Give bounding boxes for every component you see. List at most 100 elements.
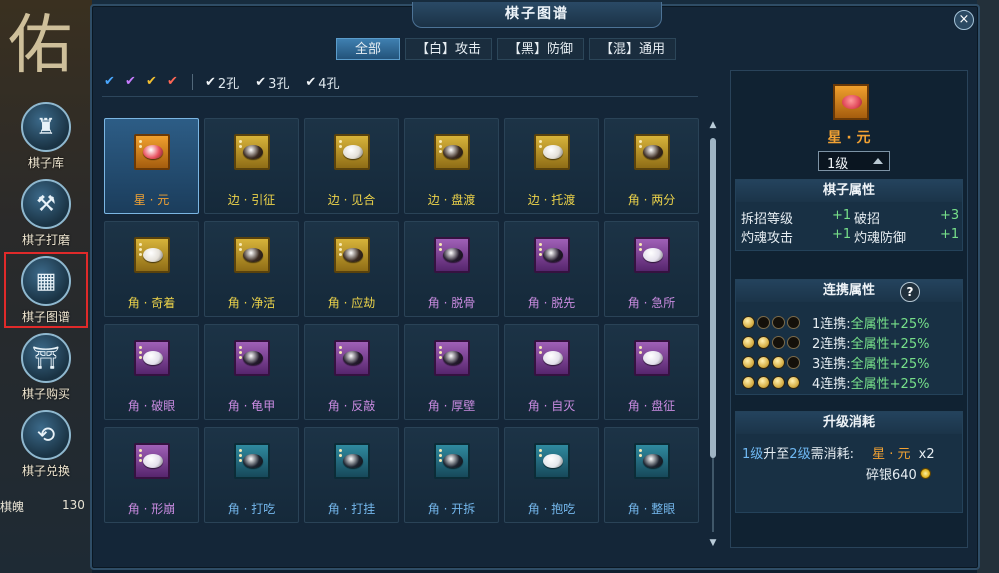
piece-card[interactable]: 角 · 应劫 xyxy=(304,221,399,317)
stone-icon xyxy=(543,351,563,365)
hole-filter[interactable]: ✔ 2孔 xyxy=(205,73,239,92)
slot-dot-icon xyxy=(139,243,142,246)
piece-icon xyxy=(234,134,270,170)
piece-card[interactable]: 星 · 元 xyxy=(104,118,199,214)
piece-card[interactable]: 角 · 自灭 xyxy=(504,324,599,420)
link-attributes-section: 连携属性 ? 1连携: 全属性+25% 2连携: 全属性+25% 3连携: 全属性+25%… xyxy=(735,279,963,395)
level-select[interactable]: 1级 xyxy=(818,151,890,172)
check-white-icon: ✔ xyxy=(205,74,216,90)
link-dot-icon xyxy=(787,375,800,389)
check-blue-icon[interactable]: ✔ xyxy=(102,74,117,90)
piece-card[interactable]: 角 · 净活 xyxy=(204,221,299,317)
piece-card[interactable]: 角 · 破眼 xyxy=(104,324,199,420)
slot-dot-icon xyxy=(139,248,142,251)
upgrade-title: 升级消耗 xyxy=(736,412,962,434)
piece-card[interactable]: 角 · 厚壁 xyxy=(404,324,499,420)
level-up-arrow-icon[interactable] xyxy=(873,158,883,164)
category-tab[interactable]: 【黑】防御 xyxy=(497,38,585,60)
piece-card[interactable]: 边 · 盘渡 xyxy=(404,118,499,214)
check-red-icon[interactable]: ✔ xyxy=(165,74,180,90)
slot-dot-icon xyxy=(339,253,342,256)
piece-card[interactable]: 边 · 托渡 xyxy=(504,118,599,214)
piece-card[interactable]: 角 · 打吃 xyxy=(204,427,299,523)
stone-icon xyxy=(643,454,663,468)
slot-dot-icon xyxy=(439,140,442,143)
scroll-thumb[interactable] xyxy=(710,138,716,458)
link-dot-icon xyxy=(742,335,755,349)
slot-dot-icon xyxy=(439,351,442,354)
silver-cost: 碎银640 xyxy=(866,464,931,483)
piece-name: 角 · 两分 xyxy=(627,193,676,207)
help-icon[interactable]: ? xyxy=(900,282,920,302)
piece-card[interactable]: 角 · 脱骨 xyxy=(404,221,499,317)
piece-icon xyxy=(234,237,270,273)
hole-filter-label: 4孔 xyxy=(318,76,340,92)
slot-dot-icon xyxy=(639,351,642,354)
piece-card[interactable]: 角 · 盘征 xyxy=(604,324,699,420)
piece-card[interactable]: 角 · 两分 xyxy=(604,118,699,214)
slot-dot-icon xyxy=(239,459,242,462)
silver-amount: 碎银640 xyxy=(866,468,917,483)
piece-card[interactable]: 角 · 整眼 xyxy=(604,427,699,523)
slot-dot-icon xyxy=(139,140,142,143)
piece-card[interactable]: 角 · 龟甲 xyxy=(204,324,299,420)
check-purple-icon[interactable]: ✔ xyxy=(123,74,138,90)
slot-dot-icon xyxy=(339,243,342,246)
scroll-up-icon[interactable]: ▲ xyxy=(708,120,718,130)
piece-icon xyxy=(334,340,370,376)
upgrade-suffix: 需消耗: xyxy=(810,447,854,462)
stone-icon xyxy=(443,248,463,262)
slot-dot-icon xyxy=(239,243,242,246)
upgrade-mid-text: 升至 xyxy=(763,447,790,462)
link-row: 4连携: 全属性+25% xyxy=(742,373,929,392)
piece-card[interactable]: 角 · 反敲 xyxy=(304,324,399,420)
check-white-icon: ✔ xyxy=(255,74,267,90)
category-tab[interactable]: 全部 xyxy=(336,38,400,60)
category-tab[interactable]: 【白】攻击 xyxy=(405,38,493,60)
upgrade-item-name: 星 · 元 xyxy=(872,447,911,462)
side-menu-item[interactable]: ♜ 棋子库 xyxy=(6,100,86,172)
piece-card[interactable]: 角 · 奇着 xyxy=(104,221,199,317)
slot-dot-icon xyxy=(139,346,142,349)
check-white-icon: ✔ xyxy=(305,74,317,90)
side-menu-item[interactable]: ⛩ 棋子购买 xyxy=(6,331,86,403)
link-dot-icon xyxy=(757,355,770,369)
link-effect: 全属性+25% xyxy=(850,336,930,352)
stone-icon xyxy=(243,145,263,159)
piece-card[interactable]: 角 · 急所 xyxy=(604,221,699,317)
piece-card[interactable]: 角 · 形崩 xyxy=(104,427,199,523)
slot-dot-icon xyxy=(239,356,242,359)
check-gold-icon[interactable]: ✔ xyxy=(144,74,159,90)
piece-card[interactable]: 角 · 开拆 xyxy=(404,427,499,523)
side-menu-label: 棋子购买 xyxy=(21,387,70,401)
hole-filter[interactable]: ✔ 3孔 xyxy=(255,73,289,92)
piece-icon xyxy=(434,134,470,170)
link-dot-icon xyxy=(787,335,800,349)
side-menu-item[interactable]: ⚒ 棋子打磨 xyxy=(6,177,86,249)
piece-card[interactable]: 角 · 抱吃 xyxy=(504,427,599,523)
soul-label: 棋魄 xyxy=(0,500,25,514)
link-title: 连携属性 xyxy=(736,280,962,302)
piece-icon xyxy=(434,340,470,376)
side-menu-item[interactable]: ⟲ 棋子兑换 xyxy=(6,408,86,480)
piece-card[interactable]: 边 · 引征 xyxy=(204,118,299,214)
side-menu-item[interactable]: ▦ 棋子图谱 xyxy=(4,252,88,328)
piece-icon xyxy=(634,237,670,273)
link-dot-icon xyxy=(787,355,800,369)
category-tab[interactable]: 【混】通用 xyxy=(589,38,677,60)
filter-separator xyxy=(192,74,193,90)
hole-filter[interactable]: ✔ 4孔 xyxy=(305,73,339,92)
piece-grid: 星 · 元 边 · 引征 边 · 见合 边 · 盘渡 边 · 托渡 角 · 两分角 · 奇… xyxy=(104,118,702,532)
piece-card[interactable]: 角 · 打挂 xyxy=(304,427,399,523)
grid-scrollbar[interactable]: ▲ ▼ xyxy=(708,120,718,550)
category-tabs: 全部 【白】攻击 【黑】防御 【混】通用 xyxy=(336,38,677,60)
close-button[interactable]: × xyxy=(954,10,974,30)
link-dot-icon xyxy=(742,315,755,329)
piece-card[interactable]: 角 · 脱先 xyxy=(504,221,599,317)
link-row: 3连携: 全属性+25% xyxy=(742,353,929,372)
slot-dot-icon xyxy=(439,243,442,246)
scroll-down-icon[interactable]: ▼ xyxy=(708,538,718,548)
slot-dot-icon xyxy=(639,449,642,452)
stone-icon xyxy=(243,454,263,468)
piece-card[interactable]: 边 · 见合 xyxy=(304,118,399,214)
